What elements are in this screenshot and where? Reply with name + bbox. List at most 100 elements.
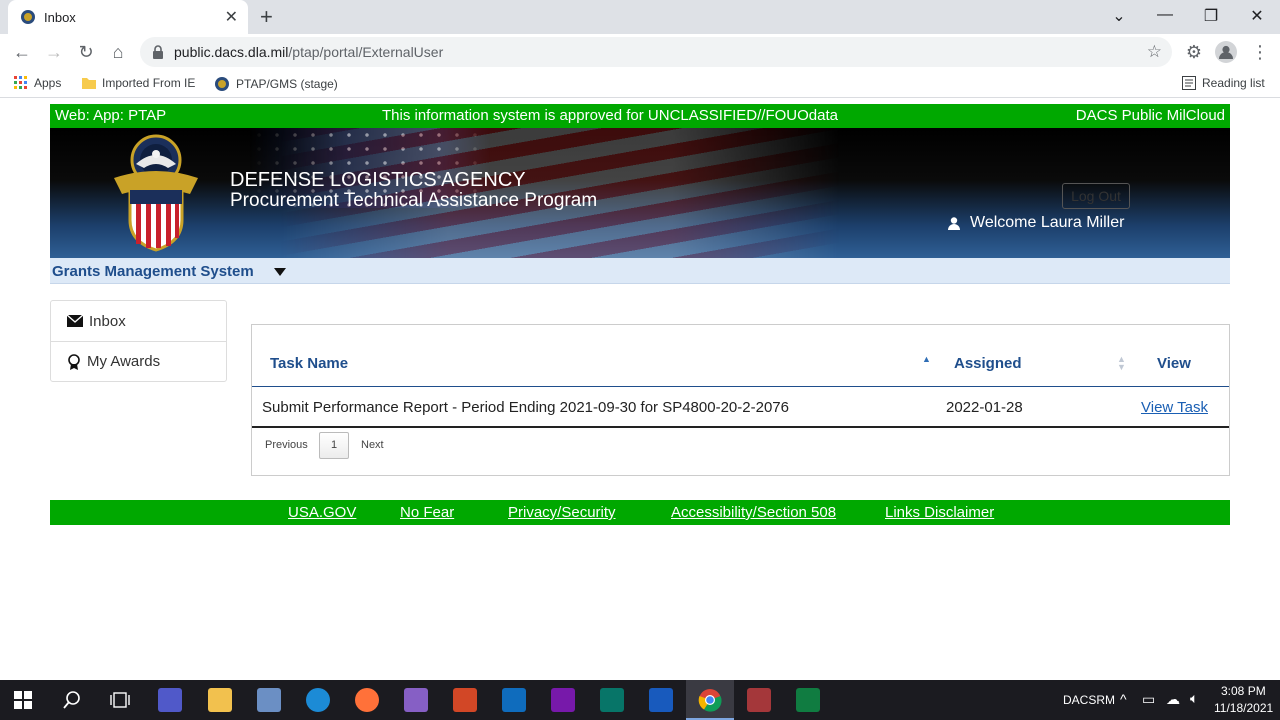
windows-taskbar: DACSRM ^ ▭ ☁ 🔈︎ 3:08 PM 11/18/2021 bbox=[0, 680, 1280, 720]
task-table-panel: Task Name ▲ Assigned ▲ ▼ View Submit Perf… bbox=[251, 324, 1230, 476]
home-icon[interactable]: ⌂ bbox=[106, 40, 130, 64]
tab-title: Inbox bbox=[44, 10, 76, 25]
browser-toolbar: ← → ↻ ⌂ public.dacs.dla.mil/ptap/portal/… bbox=[0, 34, 1280, 70]
nav-item-inbox[interactable]: Inbox bbox=[51, 301, 226, 341]
close-window-icon[interactable]: ✕ bbox=[1247, 6, 1267, 26]
file-explorer-icon[interactable] bbox=[208, 688, 232, 712]
reload-icon[interactable]: ↻ bbox=[74, 40, 98, 64]
new-tab-icon[interactable]: + bbox=[260, 4, 273, 30]
app-name: Web: App: PTAP bbox=[55, 107, 167, 124]
classification-notice: This information system is approved for … bbox=[382, 107, 838, 124]
sort-both-icon[interactable]: ▲ ▼ bbox=[1117, 355, 1126, 372]
footer-link-privacy-security[interactable]: Privacy/Security bbox=[508, 504, 616, 521]
footer-link-accessibility[interactable]: Accessibility/Section 508 bbox=[671, 504, 836, 521]
side-nav: Inbox My Awards bbox=[50, 300, 227, 382]
award-ribbon-icon bbox=[68, 353, 80, 370]
powerpoint-icon[interactable] bbox=[453, 688, 477, 712]
url-text: public.dacs.dla.mil/ptap/portal/External… bbox=[174, 44, 444, 60]
nav-item-label: Inbox bbox=[89, 312, 126, 330]
access-icon[interactable] bbox=[747, 688, 771, 712]
network-icon[interactable]: ▭ bbox=[1142, 691, 1155, 708]
bookmark-label: PTAP/GMS (stage) bbox=[236, 77, 338, 91]
nav-item-my-awards[interactable]: My Awards bbox=[51, 341, 226, 381]
caret-down-icon[interactable] bbox=[274, 268, 286, 276]
apps-grid-icon bbox=[14, 76, 27, 89]
onedrive-icon[interactable]: ☁ bbox=[1166, 691, 1180, 708]
bookmarks-bar: Apps Imported From IE PTAP/GMS (stage) R… bbox=[0, 70, 1280, 98]
tray-label[interactable]: DACSRM bbox=[1063, 693, 1115, 707]
footer-links: USA.GOV No Fear Privacy/Security Accessi… bbox=[50, 500, 1230, 525]
network-app-icon[interactable] bbox=[257, 688, 281, 712]
view-task-link[interactable]: View Task bbox=[1141, 399, 1208, 416]
tab-search-icon[interactable]: ⌄ bbox=[1109, 6, 1129, 26]
sort-ascending-icon[interactable]: ▲ bbox=[922, 355, 931, 364]
chrome-icon[interactable] bbox=[698, 688, 722, 712]
forward-icon[interactable]: → bbox=[42, 40, 66, 64]
gms-menu-bar[interactable]: Grants Management System bbox=[50, 258, 1230, 284]
dla-seal-icon bbox=[114, 134, 198, 252]
assigned-date-cell: 2022-01-28 bbox=[946, 399, 1023, 416]
publisher-icon[interactable] bbox=[600, 688, 624, 712]
teams-icon[interactable] bbox=[158, 688, 182, 712]
reading-list[interactable]: Reading list bbox=[1182, 76, 1265, 90]
previous-page-button[interactable]: Previous bbox=[265, 439, 308, 451]
outlook-icon[interactable] bbox=[502, 688, 526, 712]
tray-chevron-icon[interactable]: ^ bbox=[1120, 691, 1127, 707]
windows-start-icon[interactable] bbox=[14, 691, 32, 709]
search-icon[interactable] bbox=[62, 690, 82, 710]
task-view-icon[interactable] bbox=[110, 690, 130, 710]
address-bar[interactable]: public.dacs.dla.mil/ptap/portal/External… bbox=[140, 37, 1172, 67]
close-tab-icon[interactable]: ✕ bbox=[225, 7, 238, 27]
reading-list-icon bbox=[1182, 76, 1196, 90]
welcome-text: Welcome Laura Miller bbox=[970, 214, 1125, 231]
footer-link-no-fear[interactable]: No Fear bbox=[400, 504, 454, 521]
nav-item-label: My Awards bbox=[87, 353, 161, 370]
agency-banner: DEFENSE LOGISTICS AGENCY Procurement Tec… bbox=[50, 128, 1230, 258]
profile-avatar-icon[interactable] bbox=[1215, 41, 1237, 63]
table-row: Submit Performance Report - Period Endin… bbox=[252, 387, 1229, 428]
clock-time[interactable]: 3:08 PM bbox=[1221, 684, 1266, 698]
page-number-button[interactable]: 1 bbox=[319, 432, 349, 459]
footer-link-links-disclaimer[interactable]: Links Disclaimer bbox=[885, 504, 994, 521]
table-header: Task Name ▲ Assigned ▲ ▼ View bbox=[252, 341, 1229, 387]
edge-icon[interactable] bbox=[306, 688, 330, 712]
browser-tab[interactable]: Inbox ✕ bbox=[8, 0, 248, 34]
user-icon bbox=[948, 216, 960, 230]
minimize-icon[interactable]: — bbox=[1155, 6, 1175, 24]
bookmark-ptap-gms[interactable]: PTAP/GMS (stage) bbox=[214, 76, 338, 92]
footer-link-usa-gov[interactable]: USA.GOV bbox=[288, 504, 356, 521]
task-name-cell: Submit Performance Report - Period Endin… bbox=[262, 399, 789, 416]
reading-list-label: Reading list bbox=[1202, 76, 1265, 90]
clock-date[interactable]: 11/18/2021 bbox=[1214, 701, 1273, 715]
firefox-icon[interactable] bbox=[355, 688, 379, 712]
envelope-icon bbox=[67, 315, 83, 327]
visual-studio-icon[interactable] bbox=[404, 688, 428, 712]
bookmark-label: Imported From IE bbox=[102, 76, 196, 90]
program-name: Procurement Technical Assistance Program bbox=[230, 190, 598, 211]
welcome-user: Welcome Laura Miller bbox=[948, 214, 1124, 232]
excel-icon[interactable] bbox=[796, 688, 820, 712]
folder-icon bbox=[82, 78, 96, 89]
dla-favicon-icon bbox=[215, 77, 229, 91]
browser-tab-strip: Inbox ✕ + ⌄ — ❐ ✕ bbox=[0, 0, 1280, 34]
column-header-task-name[interactable]: Task Name bbox=[270, 355, 348, 372]
gms-menu-label[interactable]: Grants Management System bbox=[52, 263, 254, 280]
classification-bar: Web: App: PTAP This information system i… bbox=[50, 104, 1230, 128]
onenote-icon[interactable] bbox=[551, 688, 575, 712]
dla-favicon-icon bbox=[21, 10, 35, 24]
back-icon[interactable]: ← bbox=[10, 40, 34, 64]
word-icon[interactable] bbox=[649, 688, 673, 712]
bookmark-apps[interactable]: Apps bbox=[14, 76, 61, 90]
next-page-button[interactable]: Next bbox=[361, 439, 384, 451]
bookmark-star-icon[interactable]: ☆ bbox=[1147, 42, 1162, 62]
column-header-assigned[interactable]: Assigned bbox=[954, 355, 1022, 372]
bookmark-label: Apps bbox=[34, 76, 62, 90]
agency-name: DEFENSE LOGISTICS AGENCY bbox=[230, 169, 526, 191]
menu-kebab-icon[interactable]: ⋮ bbox=[1248, 40, 1272, 64]
extensions-icon[interactable]: ⚙ bbox=[1182, 40, 1206, 64]
restore-icon[interactable]: ❐ bbox=[1201, 6, 1221, 26]
logout-button[interactable]: Log Out bbox=[1062, 183, 1130, 209]
cloud-name: DACS Public MilCloud bbox=[1075, 107, 1225, 124]
bookmark-imported-from-ie[interactable]: Imported From IE bbox=[82, 76, 195, 90]
volume-icon[interactable]: 🔈︎ bbox=[1190, 690, 1198, 707]
